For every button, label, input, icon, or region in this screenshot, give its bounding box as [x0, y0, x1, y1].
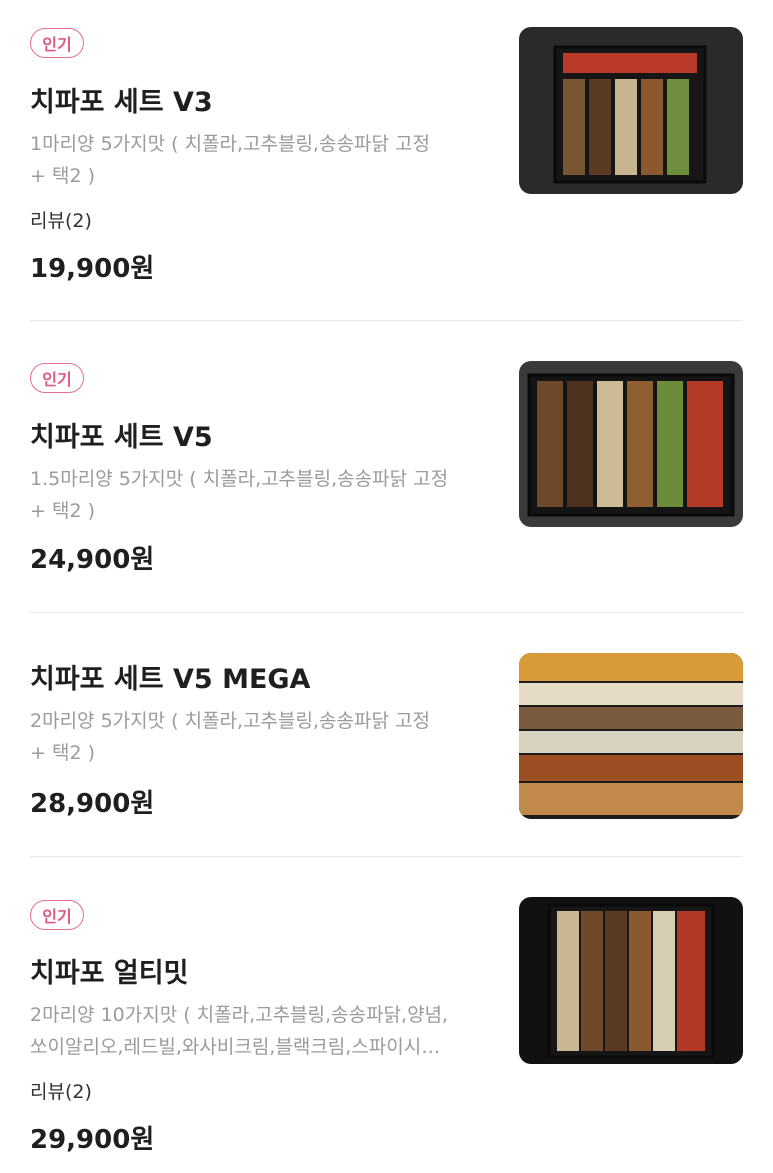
popular-badge: 인기	[30, 28, 84, 58]
description-line: + 택2 )	[30, 742, 95, 764]
description-line: 쏘이알리오,레드빌,와사비크림,블랙크림,스파이시…	[30, 1036, 441, 1058]
popular-badge: 인기	[30, 363, 84, 393]
menu-item-photo	[519, 653, 743, 819]
menu-item-description: 2마리양 10가지맛 ( 치폴라,고추블링,송송파닭,양념, 쏘이알리오,레드빌…	[30, 999, 500, 1063]
menu-item-price: 24,900원	[30, 545, 155, 575]
menu-item-title: 치파포 세트 V5	[30, 422, 213, 453]
menu-item-photo	[519, 897, 743, 1064]
description-line: 2마리양 10가지맛 ( 치폴라,고추블링,송송파닭,양념,	[30, 1004, 449, 1026]
description-line: 1.5마리양 5가지맛 ( 치폴라,고추블링,송송파닭 고정	[30, 468, 449, 490]
menu-item-price: 28,900원	[30, 789, 155, 819]
menu-item-set-v3[interactable]: 인기 치파포 세트 V3 1마리양 5가지맛 ( 치폴라,고추블링,송송파닭 고…	[0, 0, 773, 320]
popular-badge: 인기	[30, 900, 84, 930]
menu-item-description: 2마리양 5가지맛 ( 치폴라,고추블링,송송파닭 고정 + 택2 )	[30, 705, 500, 769]
menu-item-ultimate[interactable]: 인기 치파포 얼티밋 2마리양 10가지맛 ( 치폴라,고추블링,송송파닭,양념…	[0, 857, 773, 1173]
description-line: + 택2 )	[30, 500, 95, 522]
menu-item-photo	[519, 361, 743, 527]
menu-item-title: 치파포 얼티밋	[30, 958, 189, 989]
menu-item-photo	[519, 27, 743, 194]
menu-item-set-v5[interactable]: 인기 치파포 세트 V5 1.5마리양 5가지맛 ( 치폴라,고추블링,송송파닭…	[0, 321, 773, 612]
review-count-link[interactable]: 리뷰(2)	[30, 1077, 92, 1104]
menu-item-price: 19,900원	[30, 254, 155, 284]
menu-item-description: 1.5마리양 5가지맛 ( 치폴라,고추블링,송송파닭 고정 + 택2 )	[30, 463, 500, 527]
menu-item-set-v5-mega[interactable]: 치파포 세트 V5 MEGA 2마리양 5가지맛 ( 치폴라,고추블링,송송파닭…	[0, 613, 773, 856]
menu-item-description: 1마리양 5가지맛 ( 치폴라,고추블링,송송파닭 고정 + 택2 )	[30, 128, 500, 192]
description-line: 1마리양 5가지맛 ( 치폴라,고추블링,송송파닭 고정	[30, 133, 430, 155]
menu-item-price: 29,900원	[30, 1125, 155, 1155]
description-line: 2마리양 5가지맛 ( 치폴라,고추블링,송송파닭 고정	[30, 710, 430, 732]
menu-item-title: 치파포 세트 V3	[30, 87, 213, 118]
description-line: + 택2 )	[30, 165, 95, 187]
review-count-link[interactable]: 리뷰(2)	[30, 206, 92, 233]
menu-item-title: 치파포 세트 V5 MEGA	[30, 664, 311, 695]
menu-list: 인기 치파포 세트 V3 1마리양 5가지맛 ( 치폴라,고추블링,송송파닭 고…	[0, 0, 773, 1173]
